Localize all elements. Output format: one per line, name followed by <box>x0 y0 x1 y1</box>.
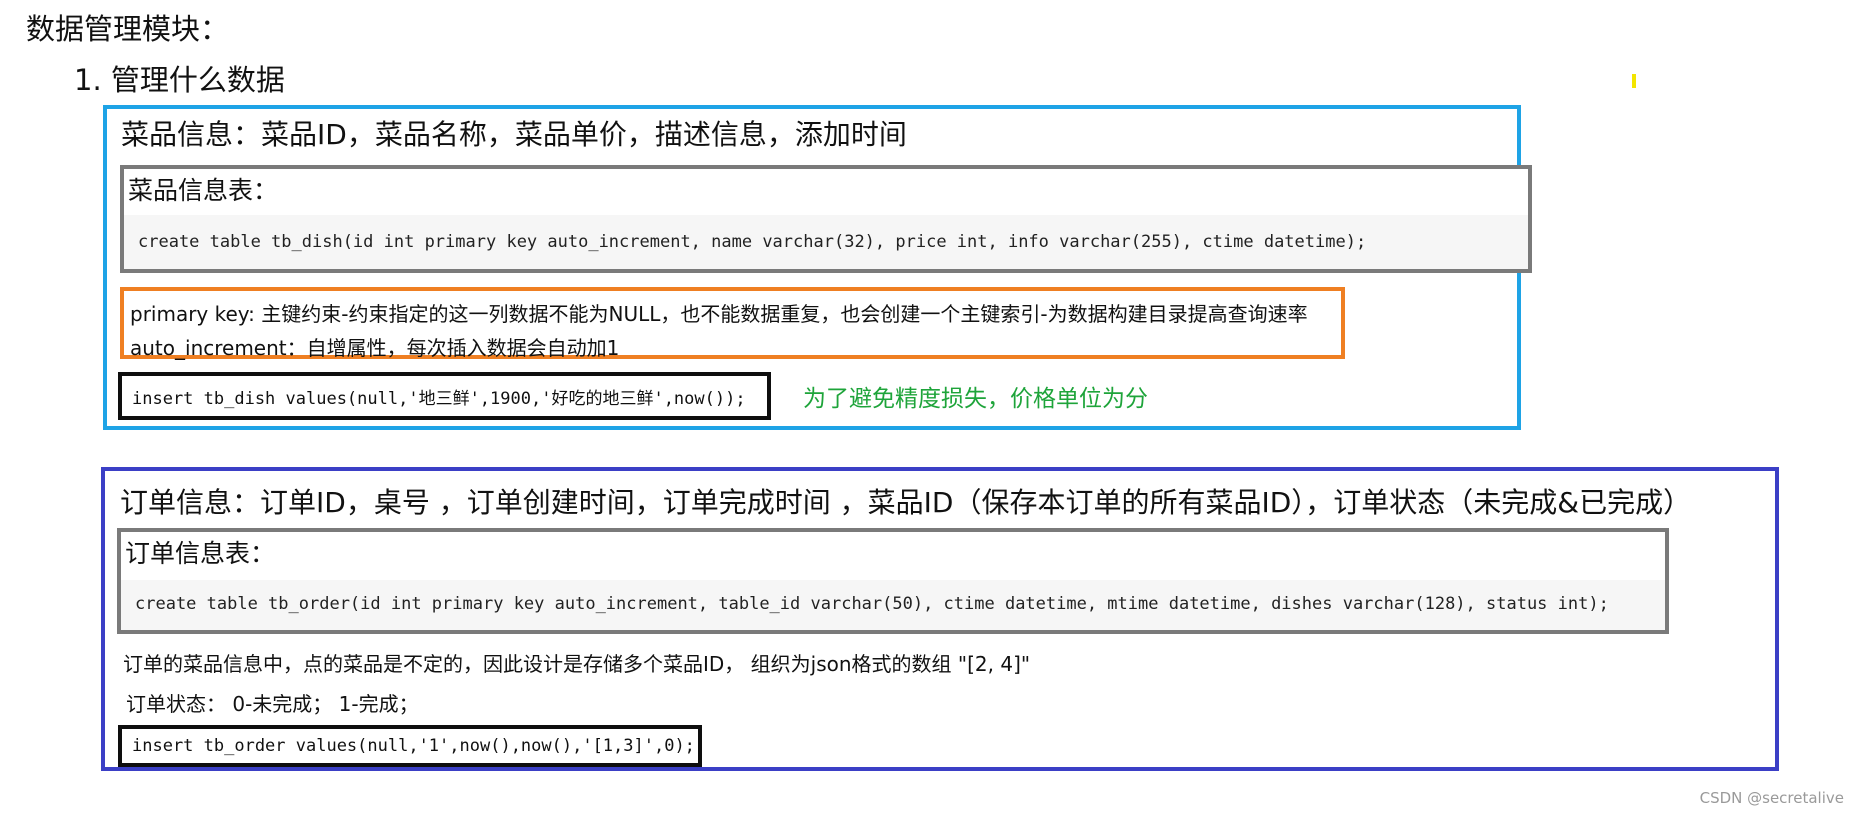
dish-create-band: create table tb_dish(id int primary key … <box>124 215 1528 269</box>
order-table-box: 订单信息表： create table tb_order(id int prim… <box>117 528 1669 634</box>
dish-insert-box: insert tb_dish values(null,'地三鲜',1900,'好… <box>118 372 771 420</box>
page-heading: 数据管理模块： <box>26 12 230 46</box>
dish-notes-box: primary key: 主键约束-约束指定的这一列数据不能为NULL，也不能数… <box>120 287 1345 360</box>
order-create-sql: create table tb_order(id int primary key… <box>135 594 1609 614</box>
dish-insert-sql: insert tb_dish values(null,'地三鲜',1900,'好… <box>132 388 746 409</box>
order-title: 订单信息：订单ID，桌号 ，订单创建时间，订单完成时间 ，菜品ID（保存本订单的… <box>120 486 1692 519</box>
dish-create-sql: create table tb_dish(id int primary key … <box>138 232 1367 252</box>
order-dishes-desc: 订单的菜品信息中，点的菜品是不定的，因此设计是存储多个菜品ID， 组织为json… <box>123 652 1031 676</box>
order-create-band: create table tb_order(id int primary key… <box>121 580 1665 630</box>
primary-key-note: primary key: 主键约束-约束指定的这一列数据不能为NULL，也不能数… <box>130 302 1308 326</box>
dish-table-box: 菜品信息表： create table tb_dish(id int prima… <box>120 165 1532 273</box>
auto-increment-note: auto_increment：自增属性，每次插入数据会自动加1 <box>130 336 620 360</box>
cursor-marker <box>1632 74 1636 88</box>
dish-table-label: 菜品信息表： <box>128 176 279 205</box>
order-status-desc: 订单状态： 0-未完成； 1-完成； <box>126 692 419 716</box>
dish-section: 菜品信息：菜品ID，菜品名称，菜品单价，描述信息，添加时间 菜品信息表： cre… <box>103 105 1532 430</box>
dish-title: 菜品信息：菜品ID，菜品名称，菜品单价，描述信息，添加时间 <box>121 118 907 151</box>
order-insert-sql: insert tb_order values(null,'1',now(),no… <box>132 736 695 756</box>
order-section: 订单信息：订单ID，桌号 ，订单创建时间，订单完成时间 ，菜品ID（保存本订单的… <box>101 467 1779 771</box>
order-insert-box: insert tb_order values(null,'1',now(),no… <box>118 725 702 767</box>
price-unit-note: 为了避免精度损失，价格单位为分 <box>803 386 1148 412</box>
section-subheading: 1. 管理什么数据 <box>74 63 285 97</box>
order-table-label: 订单信息表： <box>125 539 276 568</box>
watermark-credit: CSDN @secretalive <box>1699 789 1844 807</box>
